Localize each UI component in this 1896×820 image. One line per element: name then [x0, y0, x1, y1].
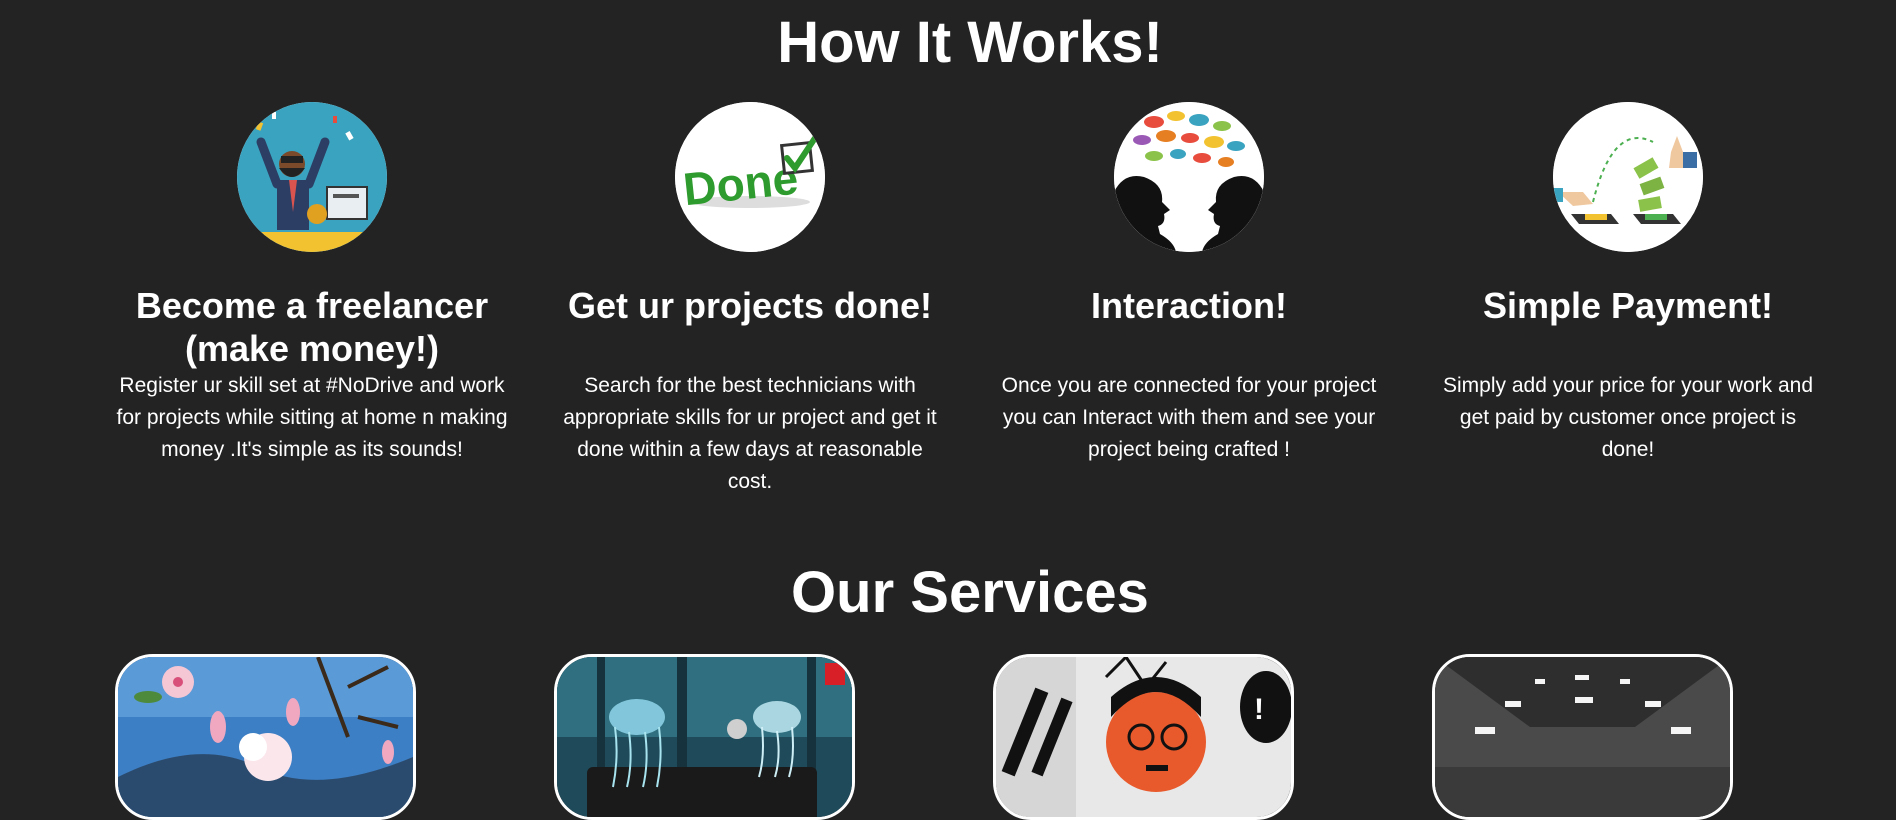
step-title: Get ur projects done! [550, 284, 950, 370]
payment-phone-money-icon [1553, 102, 1703, 252]
service-card-flower-painting[interactable] [115, 654, 416, 820]
step-description: Search for the best technicians with app… [563, 374, 937, 493]
photography-image [1435, 657, 1730, 817]
how-it-works-title: How It Works! [777, 10, 1163, 75]
step-title-line2: (make money!) [184, 328, 440, 369]
step-title-line1: Get ur projects done! [567, 285, 933, 326]
step-simple-payment: Simple Payment! Simply add your price fo… [1428, 102, 1828, 466]
our-services-title: Our Services [791, 560, 1149, 625]
jellyfish-design-image [557, 657, 852, 817]
step-become-freelancer: Become a freelancer (make money!) Regist… [112, 102, 512, 466]
step-title-line1: Simple Payment! [1482, 285, 1774, 326]
step-description: Register ur skill set at #NoDrive and wo… [116, 374, 508, 461]
step-title: Simple Payment! [1428, 284, 1828, 370]
step-description: Simply add your price for your work and … [1443, 374, 1813, 461]
step-get-projects-done: Done Get ur projects done! Search for th… [550, 102, 950, 498]
svg-text:!: ! [1254, 693, 1264, 726]
comic-art-image: ! [996, 657, 1291, 817]
service-card-jellyfish-design[interactable] [554, 654, 855, 820]
done-checkmark-icon: Done [675, 102, 825, 252]
step-title-line1: Become a freelancer [135, 285, 489, 326]
step-description: Once you are connected for your project … [1001, 374, 1377, 461]
step-title: Become a freelancer (make money!) [112, 284, 512, 370]
freelancer-celebrating-icon [237, 102, 387, 252]
flower-painting-image [118, 657, 413, 817]
step-title-line1: Interaction! [1090, 285, 1287, 326]
step-title: Interaction! [989, 284, 1389, 370]
interaction-speech-bubbles-icon [1114, 102, 1264, 252]
service-card-photography[interactable] [1432, 654, 1733, 820]
step-interaction: Interaction! Once you are connected for … [989, 102, 1389, 466]
service-card-comic-art[interactable]: ! [993, 654, 1294, 820]
